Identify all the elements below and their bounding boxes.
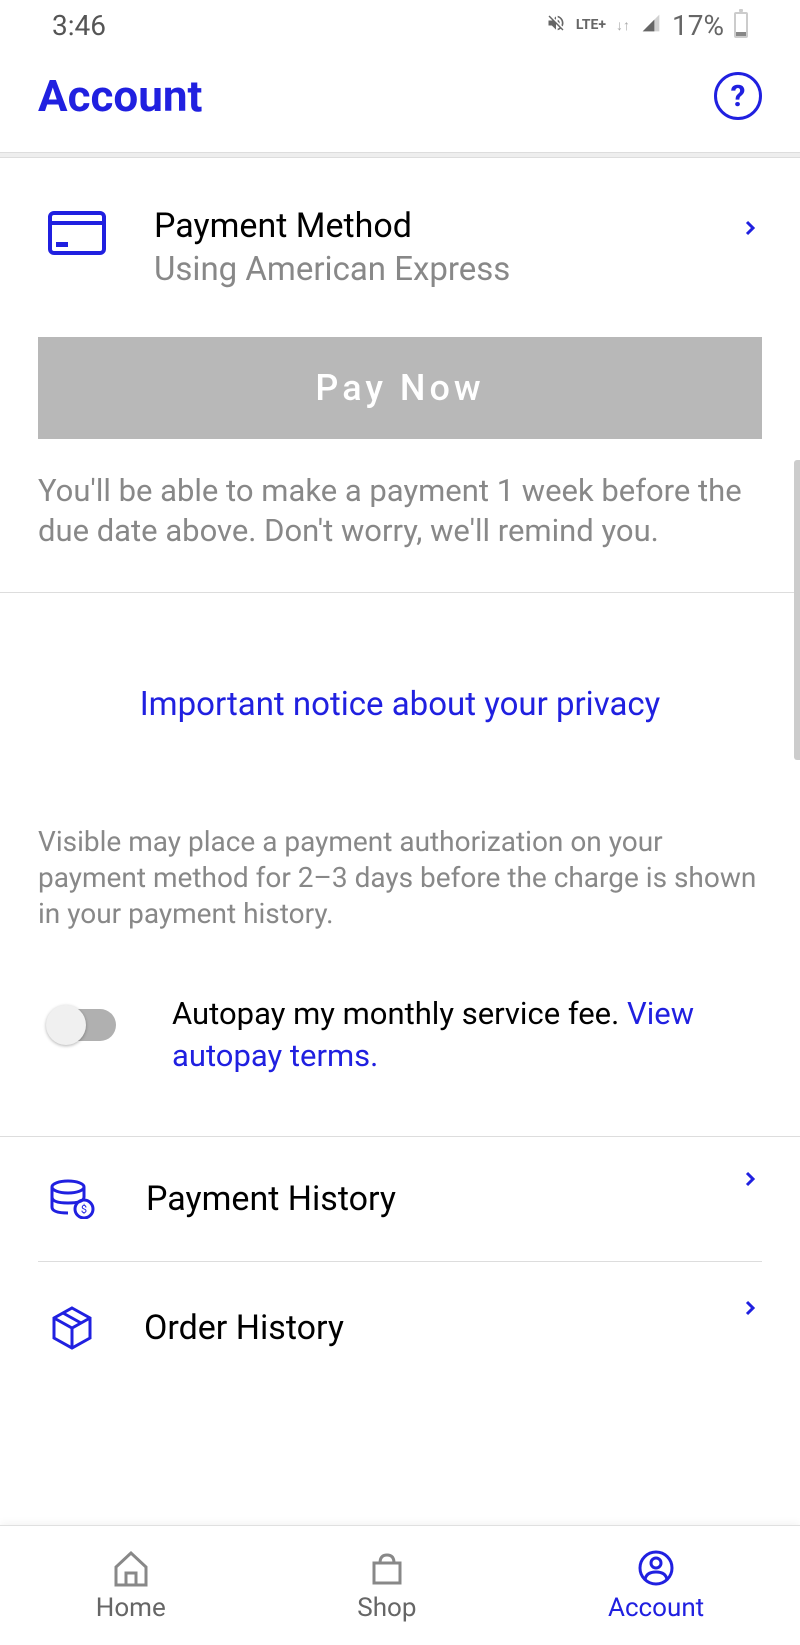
payment-method-title: Payment Method bbox=[154, 206, 690, 246]
data-arrows-icon: ↓↑ bbox=[616, 17, 630, 34]
home-icon bbox=[110, 1549, 152, 1587]
autopay-row: Autopay my monthly service fee. View aut… bbox=[0, 983, 800, 1137]
help-button[interactable]: ? bbox=[714, 72, 762, 120]
credit-card-icon bbox=[48, 211, 106, 255]
authorization-text: Visible may place a payment authorizatio… bbox=[0, 824, 800, 983]
payment-info-text: You'll be able to make a payment 1 week … bbox=[0, 459, 800, 592]
nav-account-label: Account bbox=[608, 1593, 704, 1623]
autopay-text: Autopay my monthly service fee. View aut… bbox=[172, 993, 762, 1077]
account-icon bbox=[635, 1549, 677, 1587]
autopay-toggle[interactable] bbox=[48, 1009, 116, 1041]
status-time: 3:46 bbox=[52, 9, 106, 42]
battery-percentage: 17% bbox=[672, 9, 724, 42]
coins-icon: $ bbox=[48, 1179, 98, 1219]
order-history-row[interactable]: Order History bbox=[0, 1262, 800, 1362]
scroll-indicator[interactable] bbox=[794, 460, 800, 760]
nav-home[interactable]: Home bbox=[96, 1549, 166, 1623]
status-bar: 3:46 LTE+ ↓↑ 17% bbox=[0, 0, 800, 50]
nav-shop[interactable]: Shop bbox=[357, 1549, 416, 1623]
chevron-right-icon bbox=[738, 209, 762, 257]
payment-method-row[interactable]: Payment Method Using American Express bbox=[0, 158, 800, 329]
bottom-nav: Home Shop Account bbox=[0, 1525, 800, 1645]
payment-method-text: Payment Method Using American Express bbox=[154, 206, 690, 289]
shop-icon bbox=[366, 1549, 408, 1587]
payment-history-title: Payment History bbox=[146, 1179, 690, 1219]
autopay-title: Autopay my monthly service fee. bbox=[172, 995, 619, 1032]
nav-shop-label: Shop bbox=[357, 1593, 416, 1623]
nav-account[interactable]: Account bbox=[608, 1549, 704, 1623]
network-type: LTE+ bbox=[576, 17, 606, 33]
pay-now-button[interactable]: Pay Now bbox=[38, 337, 762, 439]
page-title: Account bbox=[38, 70, 202, 122]
payment-history-row[interactable]: $ Payment History bbox=[0, 1137, 800, 1261]
order-history-title: Order History bbox=[144, 1308, 690, 1348]
chevron-right-icon bbox=[738, 1289, 762, 1337]
app-header: Account ? bbox=[0, 50, 800, 152]
svg-text:$: $ bbox=[81, 1203, 87, 1216]
chevron-right-icon bbox=[738, 1160, 762, 1208]
signal-icon bbox=[640, 13, 662, 38]
toggle-knob bbox=[46, 1005, 86, 1045]
payment-method-subtitle: Using American Express bbox=[154, 250, 690, 289]
nav-home-label: Home bbox=[96, 1593, 166, 1623]
muted-icon bbox=[546, 13, 566, 38]
privacy-notice-link[interactable]: Important notice about your privacy bbox=[0, 593, 800, 824]
package-icon bbox=[48, 1304, 96, 1352]
status-icons: LTE+ ↓↑ 17% bbox=[546, 9, 748, 42]
battery-icon bbox=[734, 12, 748, 38]
